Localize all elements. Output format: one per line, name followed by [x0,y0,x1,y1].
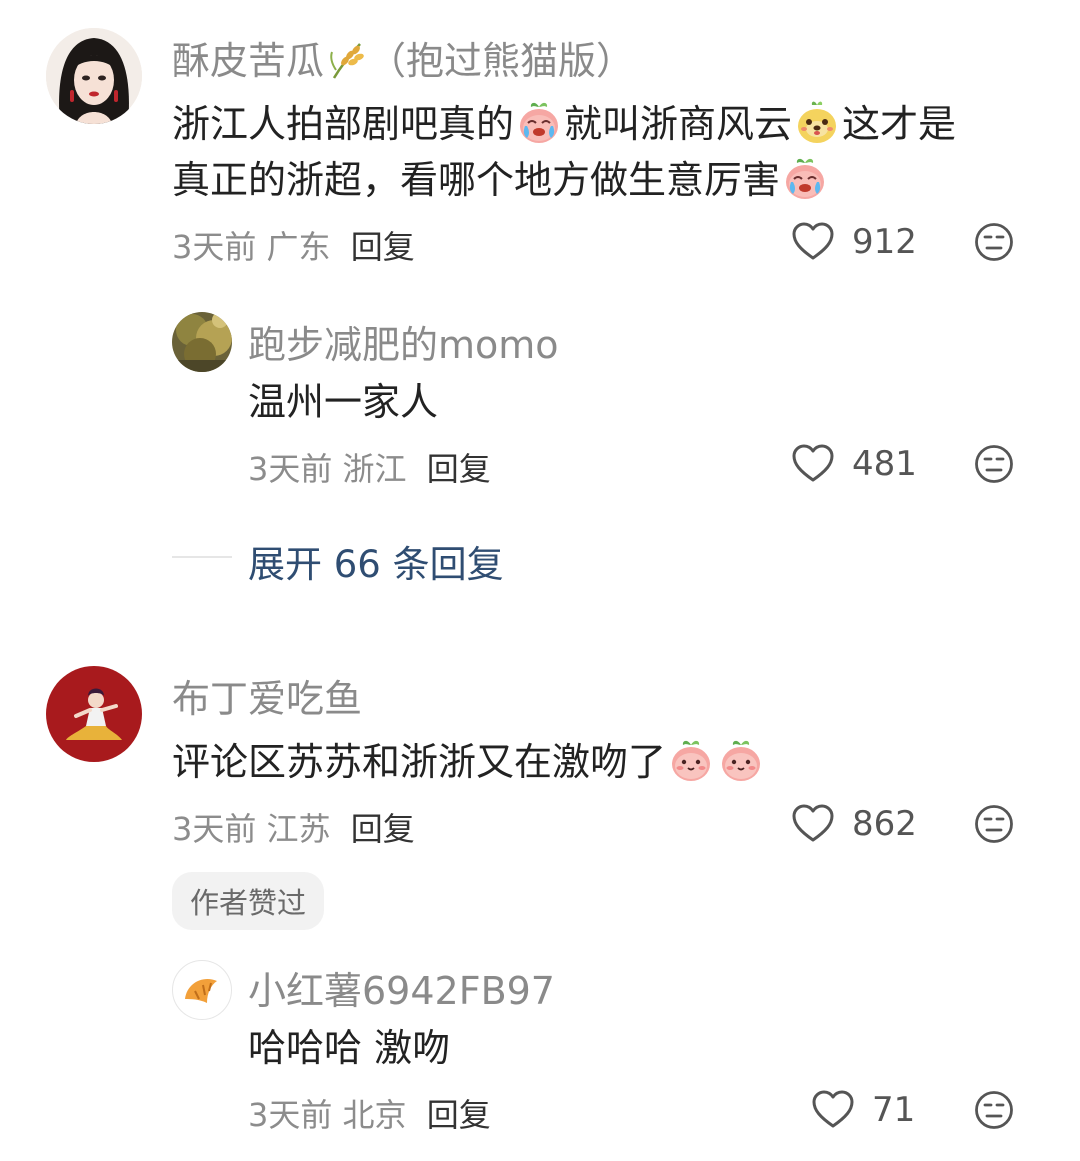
comment-time: 3天前 [172,810,257,848]
like-button[interactable] [792,804,834,848]
avatar-sugeng[interactable] [46,28,142,124]
comment-text: 浙江人拍部剧吧真的 就叫浙商风云 这才是真正的浙超，看哪个地方做生意厉害 [172,96,1042,208]
blushing-peach-emoji [718,737,764,783]
heart-outline-icon[interactable] [812,1090,854,1130]
author-liked-badge: 作者赞过 [172,872,325,930]
reply-time: 3天前 [248,1096,333,1134]
reply-location: 浙江 [342,450,407,488]
comment-time: 3天前 [172,228,257,266]
reply-time: 3天前 [248,450,333,488]
meh-face-icon[interactable] [974,804,1014,844]
reply-text: 哈哈哈 激吻 [248,1026,451,1070]
reply-username[interactable]: 跑步减肥的momo [248,314,559,369]
croissant-icon [185,979,217,1003]
yellow-bear-emoji [794,99,840,145]
like-button[interactable] [792,444,834,488]
avatar-buding[interactable] [46,666,142,762]
heart-outline-icon[interactable] [792,444,834,484]
crying-peach-emoji [516,99,562,145]
meh-face-icon[interactable] [974,444,1014,484]
rice-ear-icon [326,40,368,80]
expand-divider [172,556,232,558]
comment-text-part: 真正的浙超，看哪个地方做生意厉害 [172,158,781,202]
heart-outline-icon[interactable] [792,804,834,844]
comment-text-part: 评论区苏苏和浙浙又在激吻了 [172,740,667,784]
like-count: 862 [852,804,917,844]
dislike-button[interactable] [974,804,1014,848]
reply-button[interactable]: 回复 [427,450,491,488]
comment-text-part: 就叫浙商风云 [564,102,793,146]
heart-outline-icon[interactable] [792,222,834,262]
meh-face-icon[interactable] [974,1090,1014,1130]
blushing-peach-emoji [668,737,714,783]
username-text[interactable]: 酥皮苦瓜 [172,39,324,83]
comment-text-part: 浙江人拍部剧吧真的 [172,102,515,146]
like-button[interactable] [792,222,834,266]
like-count: 71 [872,1090,916,1130]
comment-username[interactable]: 酥皮苦瓜 （抱过熊猫版） [172,30,634,85]
reply-button[interactable]: 回复 [351,228,415,266]
reply-meta: 3天前 北京 回复 [248,1090,491,1136]
reply-text: 温州一家人 [248,380,439,424]
reply-location: 北京 [342,1096,407,1134]
username-badge: （抱过熊猫版） [368,39,635,83]
reply-button[interactable]: 回复 [351,810,415,848]
reply-button[interactable]: 回复 [427,1096,491,1134]
avatar-xiaohongshu[interactable] [172,960,232,1020]
expand-replies-button[interactable]: 展开 66 条回复 [248,534,504,588]
crying-peach-emoji [782,155,828,201]
dislike-button[interactable] [974,1090,1014,1134]
like-button[interactable] [812,1090,854,1134]
comment-text-part: 这才是 [842,102,957,146]
comment-meta: 3天前 江苏 回复 [172,804,415,850]
like-count: 481 [852,444,917,484]
reply-meta: 3天前 浙江 回复 [248,444,491,490]
comment-location: 广东 [266,228,331,266]
like-count: 912 [852,222,917,262]
comment-username[interactable]: 布丁爱吃鱼 [172,668,362,723]
dislike-button[interactable] [974,444,1014,488]
comment-text: 评论区苏苏和浙浙又在激吻了 [172,734,766,790]
dislike-button[interactable] [974,222,1014,266]
reply-username[interactable]: 小红薯6942FB97 [248,960,555,1015]
meh-face-icon[interactable] [974,222,1014,262]
avatar-momo[interactable] [172,312,232,372]
comment-location: 江苏 [266,810,331,848]
comment-meta: 3天前 广东 回复 [172,222,415,268]
